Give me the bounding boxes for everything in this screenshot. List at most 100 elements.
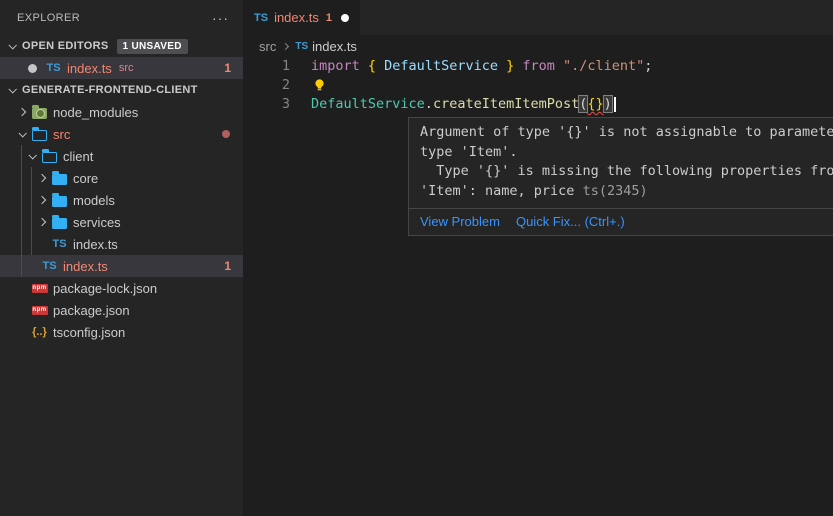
hover-message-line: 'Item': name, price ts(2345) — [420, 182, 833, 202]
typescript-file-icon: TS — [40, 260, 59, 272]
matched-bracket: ) — [604, 96, 612, 112]
tree-item-label: services — [73, 215, 121, 230]
tree-item-core[interactable]: core — [0, 167, 243, 189]
indent-guide — [31, 167, 32, 255]
line-number: 3 — [243, 95, 290, 114]
workspace-root-header[interactable]: GENERATE-FRONTEND-CLIENT — [0, 79, 243, 101]
unsaved-dot-icon[interactable] — [341, 14, 349, 22]
identifier-token: DefaultService — [376, 58, 506, 74]
chevron-down-icon — [28, 151, 36, 159]
explorer-sidebar: EXPLORER ··· OPEN EDITORS 1 UNSAVED TS i… — [0, 0, 243, 516]
hover-message: Argument of type '{}' is not assignable … — [409, 118, 833, 208]
tree-item-label: node_modules — [53, 105, 138, 120]
typescript-file-icon: TS — [295, 41, 308, 52]
modified-dot-icon — [28, 64, 37, 73]
unsaved-count-badge: 1 UNSAVED — [117, 39, 188, 54]
error-hover-tooltip: Argument of type '{}' is not assignable … — [408, 117, 833, 236]
view-problem-link[interactable]: View Problem — [420, 214, 500, 229]
code-line-3[interactable]: DefaultService.createItemItemPost({}) — [311, 95, 616, 114]
node-modules-folder-icon — [30, 106, 49, 119]
hover-message-text: 'Item': name, price — [420, 183, 583, 199]
hover-message-line: type 'Item'. — [420, 143, 833, 163]
tree-item-label: models — [73, 193, 115, 208]
tree-item-tsconfig-json[interactable]: {..} tsconfig.json — [0, 321, 243, 343]
error-dot-badge — [222, 130, 230, 138]
breadcrumb-file[interactable]: index.ts — [312, 39, 357, 54]
quick-fix-link[interactable]: Quick Fix... (Ctrl+.) — [516, 214, 625, 229]
tree-item-label: package-lock.json — [53, 281, 157, 296]
open-editors-header[interactable]: OPEN EDITORS 1 UNSAVED — [0, 35, 243, 57]
npm-file-icon: npm — [30, 306, 49, 315]
tree-item-label: client — [63, 149, 93, 164]
open-folder-icon — [30, 128, 49, 141]
tree-item-node-modules[interactable]: node_modules — [0, 101, 243, 123]
tab-error-count: 1 — [326, 12, 332, 24]
punctuation-token: . — [425, 96, 433, 112]
line-number: 1 — [243, 57, 290, 76]
hover-message-line: Argument of type '{}' is not assignable … — [420, 123, 833, 143]
tree-item-client-index-ts[interactable]: TS index.ts — [0, 233, 243, 255]
keyword-token: from — [514, 58, 563, 74]
npm-file-icon: npm — [30, 284, 49, 293]
tree-item-label: core — [73, 171, 98, 186]
tree-item-package-json[interactable]: npm package.json — [0, 299, 243, 321]
text-cursor — [614, 97, 616, 112]
chevron-right-icon — [38, 174, 46, 182]
tree-item-services[interactable]: services — [0, 211, 243, 233]
tree-item-src-index-ts[interactable]: TS index.ts 1 — [0, 255, 243, 277]
error-argument-token: {} — [587, 96, 603, 112]
method-token: createItemItemPost — [433, 96, 579, 112]
tree-item-label: package.json — [53, 303, 130, 318]
open-folder-icon — [40, 150, 59, 163]
open-editor-description: src — [119, 62, 134, 74]
typescript-file-icon: TS — [50, 238, 69, 250]
tree-item-src[interactable]: src — [0, 123, 243, 145]
brace-token: { — [368, 58, 376, 74]
punctuation-token: ; — [644, 58, 652, 74]
chevron-right-icon — [38, 196, 46, 204]
open-editors-label: OPEN EDITORS — [22, 40, 109, 52]
tree-item-label: src — [53, 127, 70, 142]
tab-index-ts[interactable]: TS index.ts 1 — [243, 0, 360, 35]
typescript-file-icon: TS — [44, 62, 63, 74]
chevron-down-icon — [8, 85, 16, 93]
breadcrumb-folder[interactable]: src — [259, 39, 276, 54]
workspace-root-label: GENERATE-FRONTEND-CLIENT — [22, 84, 198, 96]
breadcrumb-separator-icon — [282, 42, 289, 49]
tree-item-package-lock-json[interactable]: npm package-lock.json — [0, 277, 243, 299]
tab-filename: index.ts — [274, 10, 319, 25]
chevron-down-icon — [8, 41, 16, 49]
folder-icon — [50, 216, 69, 229]
sidebar-title: EXPLORER — [17, 12, 80, 24]
tree-item-label: index.ts — [73, 237, 118, 252]
hover-message-line: Type '{}' is missing the following prope… — [420, 162, 833, 182]
chevron-right-icon — [18, 108, 26, 116]
class-token: DefaultService — [311, 96, 425, 112]
folder-icon — [50, 194, 69, 207]
typescript-file-icon: TS — [254, 12, 268, 24]
breadcrumb: src TS index.ts — [243, 35, 833, 57]
json-config-file-icon: {..} — [30, 326, 49, 338]
editor-group: TS index.ts 1 src TS index.ts 1 2 3 impo… — [243, 0, 833, 516]
hover-actions: View Problem Quick Fix... (Ctrl+.) — [409, 208, 833, 235]
error-count-badge: 1 — [224, 259, 231, 273]
keyword-token: import — [311, 58, 368, 74]
open-editor-filename: index.ts — [67, 61, 112, 76]
chevron-down-icon — [18, 129, 26, 137]
tree-item-client[interactable]: client — [0, 145, 243, 167]
tree-item-models[interactable]: models — [0, 189, 243, 211]
brace-token: } — [506, 58, 514, 74]
lightbulb-icon[interactable] — [313, 78, 326, 92]
error-count-badge: 1 — [224, 61, 231, 75]
chevron-right-icon — [38, 218, 46, 226]
code-line-1[interactable]: import { DefaultService } from "./client… — [311, 57, 652, 76]
sidebar-header: EXPLORER ··· — [0, 0, 243, 35]
indent-guide — [21, 145, 22, 277]
open-editor-item-index-ts[interactable]: TS index.ts src 1 — [0, 57, 243, 79]
more-actions-icon[interactable]: ··· — [212, 10, 229, 26]
tree-item-label: tsconfig.json — [53, 325, 125, 340]
diagnostic-code: ts(2345) — [583, 183, 648, 199]
string-token: "./client" — [563, 58, 644, 74]
line-number: 2 — [243, 76, 290, 95]
tab-bar: TS index.ts 1 — [243, 0, 833, 35]
